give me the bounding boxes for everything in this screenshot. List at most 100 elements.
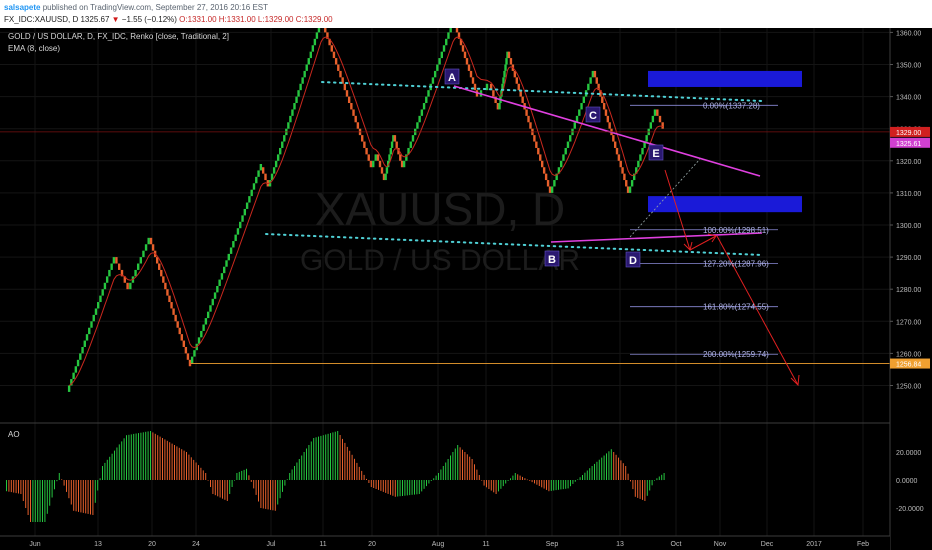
renko-brick [332, 51, 336, 59]
time-tick-label: Aug [432, 541, 445, 548]
renko-brick [313, 38, 317, 46]
ao-bar [327, 433, 329, 480]
ao-bar [517, 474, 519, 480]
renko-brick [569, 135, 572, 142]
ao-bar [625, 466, 627, 480]
published-text: published on TradingView.com, September … [40, 3, 269, 12]
ao-bar [630, 480, 631, 482]
ao-bar [505, 480, 507, 484]
renko-brick [184, 346, 188, 354]
renko-brick [507, 51, 511, 59]
ao-bar [217, 480, 219, 497]
ao-bar [10, 480, 12, 493]
renko-brick [548, 186, 552, 193]
ao-bar [510, 478, 511, 481]
ao-bar [378, 480, 379, 490]
renko-brick [542, 167, 546, 174]
ao-bar [586, 470, 588, 480]
ao-bar [536, 480, 538, 485]
ao-bar [34, 480, 36, 522]
ao-bar [284, 480, 286, 486]
ao-bar [133, 433, 135, 480]
renko-brick [307, 58, 310, 65]
ao-bar [370, 480, 372, 487]
point-d-label: D [629, 255, 637, 267]
price-tick-label: 1310.00 [896, 191, 921, 198]
renko-brick [463, 51, 467, 59]
ao-bar [654, 480, 655, 481]
ao-bar [603, 455, 605, 480]
ao-bar [42, 480, 43, 522]
renko-brick [619, 160, 622, 168]
renko-brick [188, 359, 192, 367]
renko-brick [79, 353, 82, 360]
ao-bar [406, 480, 408, 496]
watermark: XAUUSD, D GOLD / US DOLLAR [300, 183, 580, 277]
renko-brick [83, 340, 86, 347]
renko-brick [384, 173, 387, 181]
ao-bar [102, 466, 103, 480]
renko-brick [602, 103, 606, 110]
author-link[interactable]: salsapete [4, 3, 40, 12]
renko-brick [174, 314, 177, 322]
renko-brick [589, 77, 592, 84]
renko-brick [250, 189, 253, 197]
ao-bar [658, 476, 660, 480]
ao-bar [344, 442, 346, 480]
ao-bar [418, 480, 420, 494]
renko-brick [465, 58, 469, 65]
renko-brick [126, 282, 129, 290]
ao-bar [200, 467, 202, 481]
time-tick-label: Jun [29, 541, 40, 548]
renko-brick [537, 147, 540, 155]
ao-bar [471, 459, 473, 480]
change-value: −1.55 (−0.12%) [121, 15, 177, 24]
renko-brick [281, 141, 284, 148]
ao-bar [426, 480, 427, 487]
renko-brick [76, 359, 80, 367]
ao-bar [522, 476, 523, 480]
ao-bar [550, 480, 552, 491]
price-label: 1329.00 [896, 130, 921, 137]
renko-brick [630, 180, 634, 187]
renko-brick [546, 180, 550, 187]
price-chart[interactable]: XAUUSD, D GOLD / US DOLLAR 0.00%(1337.28… [0, 28, 932, 550]
renko-brick [527, 115, 530, 123]
renko-brick [509, 58, 513, 65]
ao-bar [258, 480, 259, 502]
renko-brick [234, 234, 237, 242]
renko-brick [220, 273, 224, 280]
time-tick-label: Dec [761, 541, 774, 548]
renko-brick [255, 176, 258, 184]
ao-bar [147, 431, 149, 480]
ao-bar [82, 480, 84, 513]
ao-bar [310, 441, 312, 480]
renko-brick [363, 141, 366, 148]
ao-bar [454, 448, 456, 480]
renko-brick [613, 141, 617, 148]
renko-brick [541, 160, 544, 168]
ao-bar [589, 468, 591, 480]
ao-bar [188, 454, 190, 480]
renko-brick [473, 83, 477, 91]
renko-brick [402, 160, 406, 168]
renko-brick [625, 180, 628, 187]
ao-bar [231, 480, 233, 487]
ao-bar [358, 466, 360, 480]
ao-bar [70, 480, 72, 505]
change-arrow-icon: ▼ [111, 15, 120, 24]
ao-bar [294, 466, 295, 480]
ao-bar [399, 480, 401, 497]
renko-brick [110, 263, 113, 270]
ao-bar [265, 480, 267, 509]
price-tick-label: 1340.00 [896, 95, 921, 102]
ao-bar [135, 433, 137, 480]
ao-bar [150, 431, 151, 480]
renko-brick [621, 167, 624, 174]
ao-bar [613, 452, 615, 480]
point-c-label: C [589, 110, 597, 122]
renko-brick [502, 77, 505, 84]
renko-brick [550, 186, 554, 193]
renko-brick [582, 96, 586, 104]
renko-brick [92, 314, 95, 322]
